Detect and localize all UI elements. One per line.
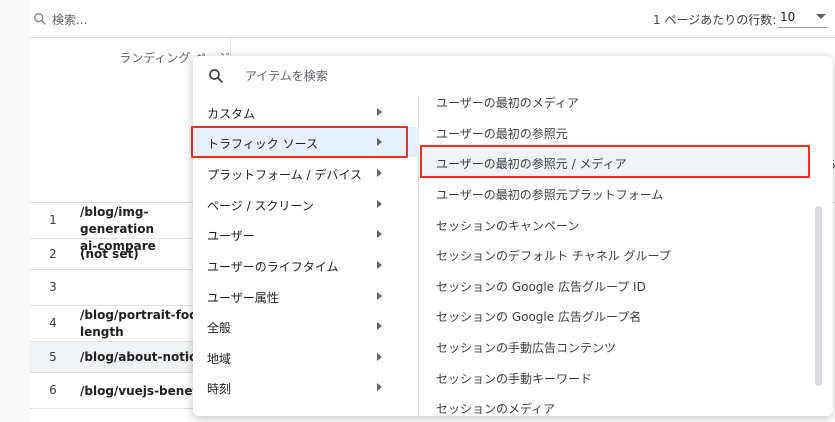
category-label: ユーザー属性 xyxy=(207,291,279,305)
dimension-item[interactable]: セッションの手動キーワード xyxy=(420,362,810,392)
dimension-label: ユーザーの最初のメディア xyxy=(436,96,579,110)
table-search-input[interactable]: 検索... xyxy=(52,11,87,28)
dimension-label: セッションの手動キーワード xyxy=(436,372,593,386)
dimension-label: ユーザーの最初の参照元 xyxy=(436,127,568,141)
dimension-label: セッションの手動広告コンテンツ xyxy=(436,341,617,355)
category-item-geo[interactable]: 地域 xyxy=(193,342,419,372)
dimension-label: セッションのキャンペーン xyxy=(436,219,580,233)
category-label: カスタム xyxy=(207,107,256,121)
table-row[interactable]: 2 (not set) xyxy=(30,239,220,270)
row-landing-page[interactable]: /blog/vuejs-benefit xyxy=(80,383,207,400)
rows-per-page-select[interactable]: 10 xyxy=(778,6,828,28)
category-label: プラットフォーム / デバイス xyxy=(207,168,362,182)
category-list: カスタム トラフィック ソース プラットフォーム / デバイス ページ / スク… xyxy=(193,97,419,416)
dimension-label: セッションのデフォルト チャネル グループ xyxy=(436,249,671,263)
category-label: ページ / スクリーン xyxy=(207,199,314,213)
search-icon xyxy=(34,12,46,25)
dimension-label: セッションの Google 広告グループ ID xyxy=(436,280,646,294)
row-landing-page[interactable]: /blog/portrait-focal length xyxy=(80,307,208,341)
row-number: 6 xyxy=(49,383,57,397)
chevron-right-icon xyxy=(377,261,382,269)
dimension-item[interactable]: セッションのメディア xyxy=(420,392,810,416)
chevron-right-icon xyxy=(377,322,382,330)
dimension-item[interactable]: ユーザーの最初のメディア xyxy=(420,86,810,116)
picker-scrollbar[interactable] xyxy=(815,206,822,386)
row-number: 2 xyxy=(49,247,57,261)
item-search-input[interactable] xyxy=(245,66,545,86)
category-label: 地域 xyxy=(207,352,232,366)
table-row[interactable]: 5 /blog/about-notion xyxy=(30,342,220,373)
dimension-label: セッションの Google 広告グループ名 xyxy=(436,310,642,324)
row-landing-page[interactable]: /blog/about-notion xyxy=(80,349,206,366)
row-number: 3 xyxy=(49,280,57,294)
caret-down-icon xyxy=(816,14,826,19)
category-item-traffic-source[interactable]: トラフィック ソース xyxy=(193,127,419,157)
rows-per-page-value: 10 xyxy=(780,10,796,24)
left-strip xyxy=(0,0,30,422)
category-item-user-lifetime[interactable]: ユーザーのライフタイム xyxy=(193,250,419,280)
dimension-item[interactable]: セッションのキャンペーン xyxy=(420,209,810,239)
row-number: 4 xyxy=(49,316,57,330)
dimension-item[interactable]: ユーザーの最初の参照元プラットフォーム xyxy=(420,178,810,208)
chevron-right-icon xyxy=(377,169,382,177)
category-label: ユーザーのライフタイム xyxy=(207,260,339,274)
category-label: 全般 xyxy=(207,321,232,335)
chevron-right-icon xyxy=(377,353,382,361)
category-item-user-attributes[interactable]: ユーザー属性 xyxy=(193,281,419,311)
category-item-time[interactable]: 時刻 xyxy=(193,372,419,402)
dimension-item-first-user-source-medium[interactable]: ユーザーの最初の参照元 / メディア xyxy=(420,147,810,177)
search-icon xyxy=(209,69,224,84)
dimension-picker: カスタム トラフィック ソース プラットフォーム / デバイス ページ / スク… xyxy=(193,56,833,416)
chevron-right-icon xyxy=(377,230,382,238)
row-number: 1 xyxy=(49,213,57,227)
category-item-platform-device[interactable]: プラットフォーム / デバイス xyxy=(193,158,419,188)
rows-per-page-label: 1 ページあたりの行数: xyxy=(653,13,777,27)
row-landing-page[interactable]: (not set) xyxy=(80,246,139,263)
category-label: 時刻 xyxy=(207,382,232,396)
chevron-right-icon xyxy=(377,108,382,116)
chevron-right-icon xyxy=(377,292,382,300)
table-row[interactable]: 6 /blog/vuejs-benefit xyxy=(30,373,220,409)
dimension-item[interactable]: セッションの手動広告コンテンツ xyxy=(420,331,810,361)
dimension-label: ユーザーの最初の参照元プラットフォーム xyxy=(436,188,664,202)
category-label: ユーザー xyxy=(207,229,255,243)
dimension-item[interactable]: セッションの Google 広告グループ名 xyxy=(420,300,810,330)
table-row[interactable]: 1 /blog/img-generation ai-compare xyxy=(30,203,220,253)
chevron-right-icon xyxy=(377,200,382,208)
chevron-right-icon xyxy=(377,138,382,146)
table-toolbar: 検索... 1 ページあたりの行数: 10 xyxy=(30,0,835,38)
dimension-item[interactable]: セッションの Google 広告グループ ID xyxy=(420,270,810,300)
dimension-list: ユーザーの最初のメディア ユーザーの最初の参照元 ユーザーの最初の参照元 / メ… xyxy=(420,92,820,416)
category-item-custom[interactable]: カスタム xyxy=(193,97,419,127)
dimension-label: セッションのメディア xyxy=(436,402,556,416)
dimension-item[interactable]: セッションのデフォルト チャネル グループ xyxy=(420,239,810,269)
category-item-user[interactable]: ユーザー xyxy=(193,219,419,249)
table-row[interactable]: 3 xyxy=(30,270,220,306)
category-item-general[interactable]: 全般 xyxy=(193,311,419,341)
chevron-right-icon xyxy=(377,383,382,391)
row-number: 5 xyxy=(49,350,57,364)
category-label: トラフィック ソース xyxy=(207,137,318,151)
table-row[interactable]: 4 /blog/portrait-focal length xyxy=(30,306,220,342)
dimension-label: ユーザーの最初の参照元 / メディア xyxy=(436,157,627,171)
category-item-page-screen[interactable]: ページ / スクリーン xyxy=(193,189,419,219)
dimension-item[interactable]: ユーザーの最初の参照元 xyxy=(420,117,810,147)
